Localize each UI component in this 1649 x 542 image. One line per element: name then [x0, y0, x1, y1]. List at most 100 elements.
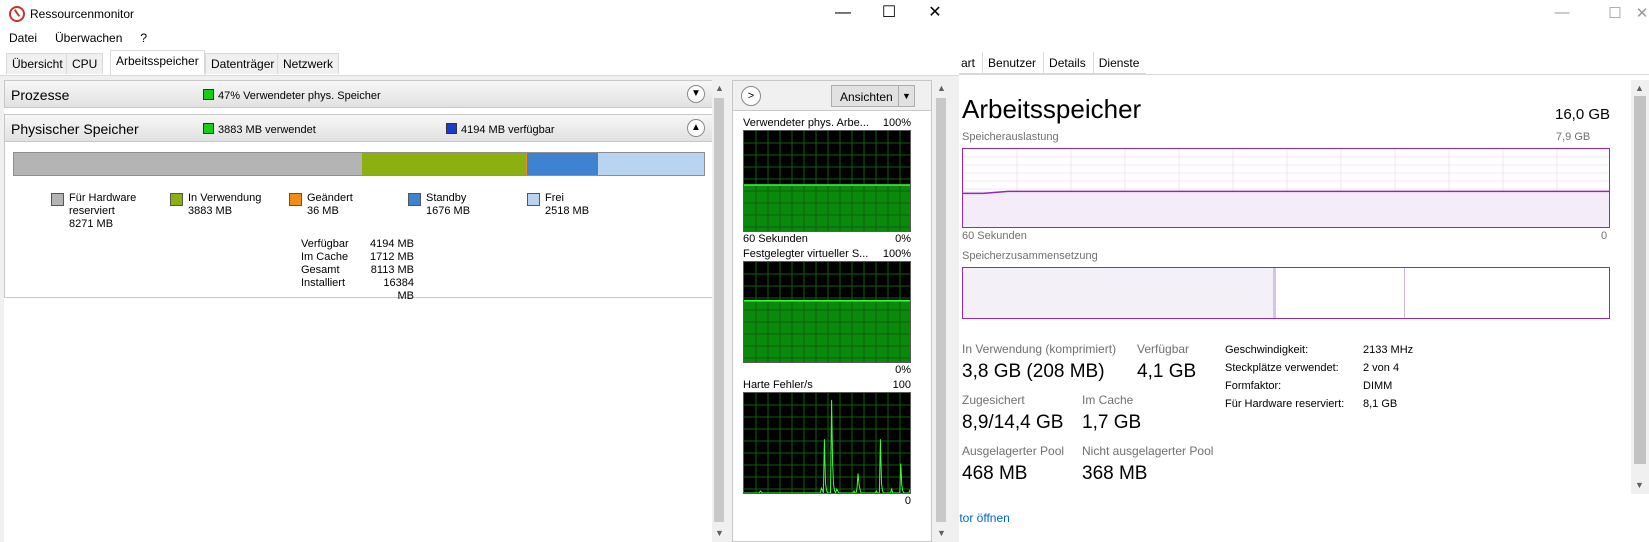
tab-network[interactable]: Netzwerk [277, 53, 340, 74]
stat-row: Im Cache 1712 MB [301, 251, 414, 264]
tm-tab-details[interactable]: Details [1043, 52, 1093, 74]
legend-swatch-modified [289, 193, 302, 206]
rm-title-bar[interactable]: Ressourcenmonitor — ☐ ✕ [0, 0, 959, 28]
chevron-right-icon[interactable]: > [741, 86, 761, 106]
tm-time-zero: 0 [1601, 230, 1608, 242]
tab-overview[interactable]: Übersicht [6, 53, 69, 74]
rm-close-button[interactable]: ✕ [912, 4, 958, 26]
tm-close-button[interactable]: ✕ [1635, 4, 1649, 22]
memory-bar-segment [597, 153, 704, 175]
tm-reserved-value: 8,1 GB [1363, 398, 1398, 410]
tm-paged-label: Ausgelagerter Pool [962, 444, 1065, 458]
stat-cached-value: 1712 MB [369, 251, 414, 263]
memory-stats: Verfügbar 4194 MB Im Cache 1712 MB Gesamt 8… [301, 238, 414, 303]
resource-monitor-app-icon [9, 6, 25, 22]
legend-hardware-name2: reserviert [69, 205, 115, 217]
views-dropdown[interactable]: Ansichten ▼ [831, 85, 915, 107]
memory-bar-segment [527, 153, 598, 175]
tm-scrollbar[interactable]: ▲ ▼ [1631, 80, 1649, 494]
stat-cached-label: Im Cache [301, 251, 349, 263]
rm-tab-strip: Übersicht CPU Arbeitsspeicher Datenträge… [0, 48, 959, 76]
dropdown-arrow-icon[interactable]: ▼ [898, 86, 914, 106]
menu-file[interactable]: Datei [0, 28, 46, 48]
tm-cached-label: Im Cache [1082, 393, 1134, 407]
graph1-min: 0% [895, 233, 911, 245]
legend-standby-value: 1676 MB [426, 205, 471, 217]
stat-row: Verfügbar 4194 MB [301, 238, 414, 251]
graph2-commit-charge [743, 261, 911, 363]
tm-tab-strip: art Benutzer Details Dienste [955, 52, 1147, 74]
tm-tab-users[interactable]: Benutzer [982, 52, 1043, 74]
tm-committed-label: Zugesichert [962, 393, 1025, 407]
available-indicator-text: 4194 MB verfügbar [461, 124, 555, 136]
chevron-up-icon[interactable]: ▲ [687, 119, 705, 137]
physical-memory-panel: Für Hardware reserviert 8271 MB In Verwe… [4, 142, 714, 302]
resource-monitor-window: Ressourcenmonitor — ☐ ✕ Datei Überwachen… [0, 0, 959, 542]
tm-nonpaged-value: 368 MB [1082, 463, 1148, 484]
legend-swatch-hardware [51, 193, 64, 206]
tm-scroll-down-icon[interactable]: ▼ [1635, 480, 1644, 490]
stat-installed-label: Installiert [301, 277, 346, 289]
stat-row: Gesamt 8113 MB [301, 264, 414, 277]
rm-minimize-button[interactable]: — [820, 4, 866, 26]
graph3-min: 0 [904, 495, 911, 507]
rm-left-pane: Prozesse 47% Verwendeter phys. Speicher … [4, 80, 714, 542]
tm-in-use-value: 3,8 GB (208 MB) [962, 361, 1105, 382]
chevron-down-icon[interactable]: ▼ [687, 85, 705, 103]
physical-memory-title: Physischer Speicher [11, 121, 139, 137]
right-scroll-thumb[interactable] [936, 98, 946, 522]
left-scroll-down-icon[interactable]: ▼ [715, 528, 724, 538]
tm-form-value: DIMM [1363, 380, 1393, 392]
legend-in-use-name: In Verwendung [188, 192, 262, 204]
tm-tab-startup[interactable]: art [955, 52, 982, 74]
tm-available-label: Verfügbar [1137, 342, 1190, 356]
tm-page-title: Arbeitsspeicher [962, 94, 1142, 124]
graph2-min: 0% [895, 364, 911, 376]
processes-title: Prozesse [11, 87, 70, 103]
graph1-max: 100% [882, 117, 911, 129]
tm-composition-label: Speicherzusammensetzung [962, 250, 1098, 262]
tab-memory[interactable]: Arbeitsspeicher [110, 50, 205, 75]
graph3-title: Harte Fehler/s [743, 379, 813, 391]
tm-minimize-button[interactable]: — [1539, 4, 1585, 21]
available-indicator: 4194 MB verfügbar [446, 123, 555, 136]
right-scroll-up-icon[interactable]: ▲ [937, 83, 946, 93]
tm-comp-standby-divider [1404, 268, 1405, 318]
menu-monitor[interactable]: Überwachen [46, 28, 131, 48]
processes-section-header[interactable]: Prozesse 47% Verwendeter phys. Speicher … [4, 80, 714, 108]
tm-divider [955, 74, 1649, 75]
stat-available-label: Verfügbar [301, 238, 349, 250]
tm-slots-label: Steckplätze verwendet: [1225, 362, 1339, 374]
tm-composition-bar [962, 267, 1610, 319]
menu-help[interactable]: ? [131, 28, 156, 48]
tm-comp-modified [1273, 268, 1276, 318]
legend-modified-name: Geändert [307, 192, 353, 204]
graph-pane-scrollbar[interactable]: ▲ ▼ [934, 80, 948, 542]
left-pane-scrollbar[interactable]: ▲ ▼ [712, 80, 726, 542]
tm-maximize-button[interactable]: ☐ [1592, 4, 1638, 22]
tm-tab-services[interactable]: Dienste [1092, 52, 1147, 74]
tab-disk[interactable]: Datenträger [205, 53, 281, 74]
legend-hardware-name: Für Hardware [69, 192, 137, 204]
legend-free-name: Frei [545, 192, 564, 204]
tm-slots-value: 2 von 4 [1363, 362, 1400, 374]
tm-paged-value: 468 MB [962, 463, 1028, 484]
right-scroll-down-icon[interactable]: ▼ [937, 528, 946, 538]
tm-nonpaged-label: Nicht ausgelagerter Pool [1082, 444, 1214, 458]
legend-swatch-standby [408, 193, 421, 206]
tm-form-label: Formfaktor: [1225, 380, 1282, 392]
legend-swatch-in-use [170, 193, 183, 206]
left-scroll-thumb[interactable] [714, 98, 724, 522]
legend-modified-value: 36 MB [307, 205, 339, 217]
rm-maximize-button[interactable]: ☐ [866, 4, 912, 26]
tm-scroll-thumb[interactable] [1634, 96, 1646, 464]
used-indicator-text: 3883 MB verwendet [218, 124, 316, 136]
tab-cpu[interactable]: CPU [66, 53, 104, 74]
left-scroll-up-icon[interactable]: ▲ [715, 83, 724, 93]
legend-in-use-value: 3883 MB [188, 205, 233, 217]
tm-available-value: 4,1 GB [1137, 361, 1197, 382]
tm-scroll-up-icon[interactable]: ▲ [1635, 83, 1644, 93]
physical-memory-section-header[interactable]: Physischer Speicher 3883 MB verwendet 41… [4, 114, 714, 142]
tm-speed-label: Geschwindigkeit: [1225, 344, 1309, 356]
stat-total-label: Gesamt [301, 264, 340, 276]
